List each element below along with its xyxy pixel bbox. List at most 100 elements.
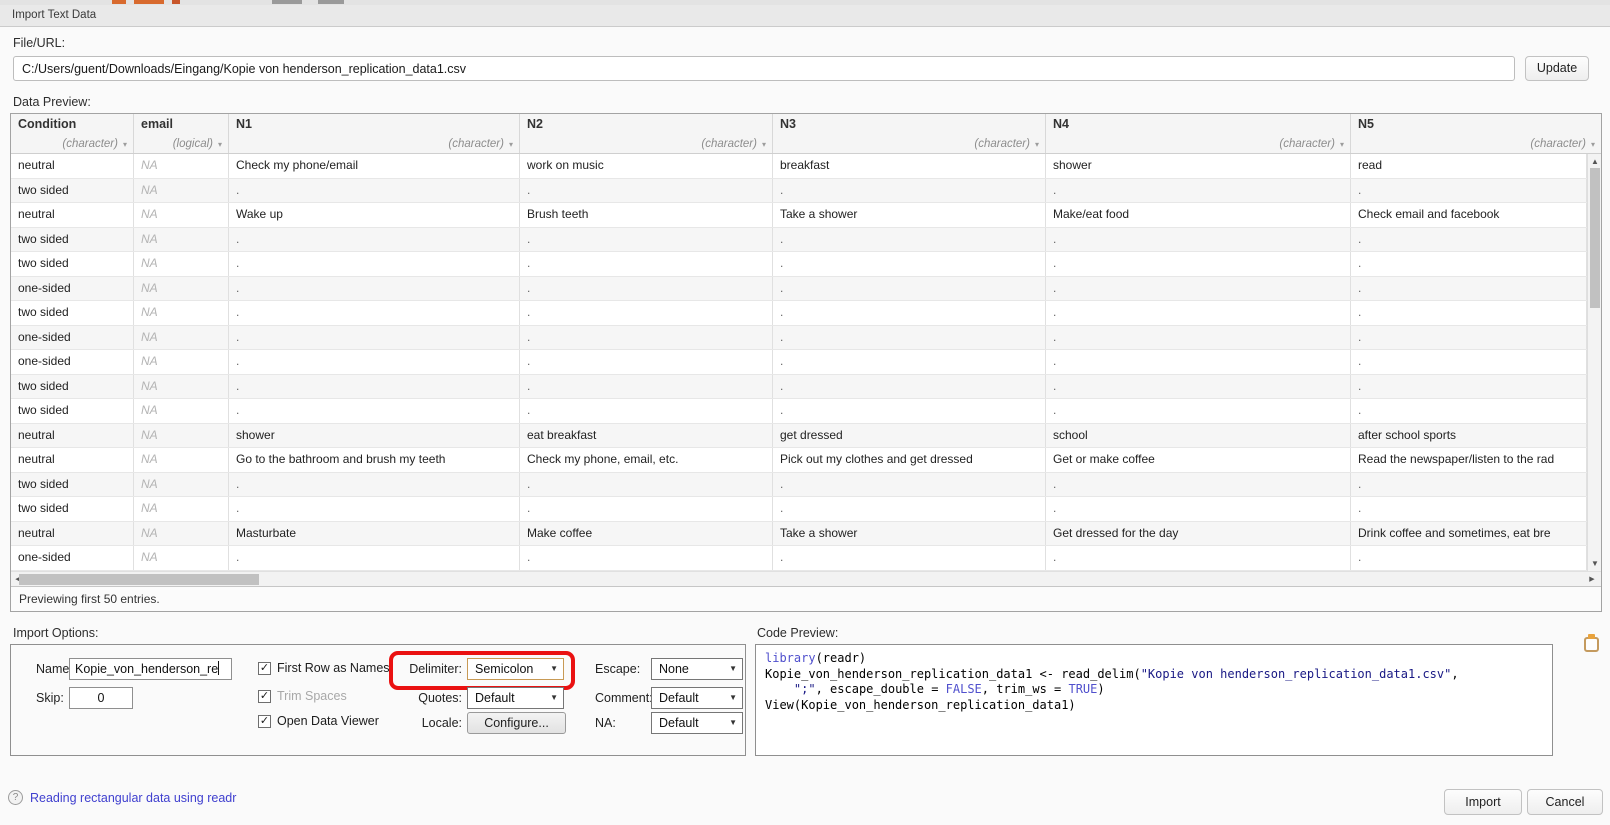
background-mark bbox=[134, 0, 164, 4]
table-cell: two sided bbox=[11, 473, 134, 497]
help-icon[interactable]: ? bbox=[8, 790, 23, 805]
table-cell: Wake up bbox=[229, 203, 520, 227]
data-preview-table: Condition(character)▾email(logical)▾N1(c… bbox=[10, 113, 1602, 612]
table-cell: . bbox=[1351, 350, 1587, 374]
table-cell: Take a shower bbox=[773, 522, 1046, 546]
help-link[interactable]: Reading rectangular data using readr bbox=[30, 791, 236, 805]
table-cell: two sided bbox=[11, 179, 134, 203]
column-header-n1[interactable]: N1(character)▾ bbox=[229, 114, 520, 153]
table-cell: read bbox=[1351, 154, 1587, 178]
table-cell: NA bbox=[134, 277, 229, 301]
column-menu-icon[interactable]: ▾ bbox=[123, 140, 127, 149]
table-row: neutralNACheck my phone/emailwork on mus… bbox=[11, 154, 1587, 179]
column-header-n4[interactable]: N4(character)▾ bbox=[1046, 114, 1351, 153]
scroll-up-icon[interactable]: ▲ bbox=[1588, 157, 1602, 166]
table-cell: . bbox=[1046, 375, 1351, 399]
copy-code-icon[interactable] bbox=[1584, 634, 1600, 653]
table-cell: shower bbox=[229, 424, 520, 448]
code-preview-panel: library(readr)Kopie_von_henderson_replic… bbox=[755, 644, 1553, 756]
table-row: two sidedNA..... bbox=[11, 473, 1587, 498]
table-cell: . bbox=[229, 277, 520, 301]
quotes-select[interactable]: Default▼ bbox=[467, 687, 564, 709]
table-cell: Read the newspaper/listen to the rad bbox=[1351, 448, 1587, 472]
column-menu-icon[interactable]: ▾ bbox=[762, 140, 766, 149]
vertical-scrollbar[interactable]: ▲ ▼ bbox=[1587, 154, 1601, 571]
table-cell: . bbox=[1351, 252, 1587, 276]
horizontal-scrollbar[interactable]: ◀ ▶ bbox=[11, 571, 1601, 586]
comment-select[interactable]: Default ▼ bbox=[651, 687, 743, 709]
table-cell: NA bbox=[134, 326, 229, 350]
code-line: library(readr) bbox=[765, 651, 1544, 667]
column-header-n3[interactable]: N3(character)▾ bbox=[773, 114, 1046, 153]
table-cell: Masturbate bbox=[229, 522, 520, 546]
column-header-n2[interactable]: N2(character)▾ bbox=[520, 114, 773, 153]
table-cell: . bbox=[229, 326, 520, 350]
table-row: two sidedNA..... bbox=[11, 252, 1587, 277]
na-select[interactable]: Default▼ bbox=[651, 712, 743, 734]
background-mark bbox=[172, 0, 180, 4]
column-type: (character) bbox=[62, 138, 118, 150]
dialog-title: Import Text Data bbox=[12, 9, 96, 21]
table-cell: NA bbox=[134, 252, 229, 276]
table-cell: . bbox=[773, 546, 1046, 570]
column-header-condition[interactable]: Condition(character)▾ bbox=[11, 114, 134, 153]
column-menu-icon[interactable]: ▾ bbox=[1035, 140, 1039, 149]
checkbox-label: Trim Spaces bbox=[277, 689, 347, 703]
quotes-label: Quotes: bbox=[341, 687, 462, 709]
screen: Import Text Data File/URL: Update Data P… bbox=[0, 0, 1610, 825]
table-row: one-sidedNA..... bbox=[11, 350, 1587, 375]
delimiter-select[interactable]: Semicolon▼ bbox=[467, 658, 564, 680]
table-cell: school bbox=[1046, 424, 1351, 448]
cancel-button[interactable]: Cancel bbox=[1527, 789, 1603, 815]
table-cell: two sided bbox=[11, 228, 134, 252]
table-cell: . bbox=[1046, 326, 1351, 350]
column-header-n5[interactable]: N5(character)▾ bbox=[1351, 114, 1601, 153]
table-cell: . bbox=[773, 228, 1046, 252]
import-button[interactable]: Import bbox=[1444, 789, 1522, 815]
comment-value: Default bbox=[659, 691, 699, 705]
update-button[interactable]: Update bbox=[1525, 56, 1589, 81]
table-cell: two sided bbox=[11, 497, 134, 521]
column-type: (character) bbox=[1530, 138, 1586, 150]
horizontal-scrollbar-thumb[interactable] bbox=[19, 574, 259, 585]
column-menu-icon[interactable]: ▾ bbox=[1591, 140, 1595, 149]
table-cell: . bbox=[520, 326, 773, 350]
comment-label: Comment: bbox=[595, 687, 653, 709]
scroll-right-icon[interactable]: ▶ bbox=[1585, 575, 1599, 583]
scroll-down-icon[interactable]: ▼ bbox=[1588, 559, 1602, 568]
table-cell: . bbox=[773, 497, 1046, 521]
table-cell: neutral bbox=[11, 448, 134, 472]
table-row: one-sidedNA..... bbox=[11, 277, 1587, 302]
table-body: neutralNACheck my phone/emailwork on mus… bbox=[11, 154, 1587, 571]
escape-select[interactable]: None▼ bbox=[651, 658, 743, 680]
table-cell: . bbox=[520, 473, 773, 497]
code-line: ";", escape_double = FALSE, trim_ws = TR… bbox=[765, 682, 1544, 698]
chevron-down-icon: ▼ bbox=[729, 688, 737, 708]
table-cell: NA bbox=[134, 448, 229, 472]
table-cell: two sided bbox=[11, 301, 134, 325]
na-label: NA: bbox=[595, 712, 616, 734]
skip-input[interactable]: 0 bbox=[69, 687, 133, 709]
column-name: N2 bbox=[527, 117, 766, 131]
table-cell: NA bbox=[134, 497, 229, 521]
table-cell: . bbox=[229, 179, 520, 203]
column-menu-icon[interactable]: ▾ bbox=[1340, 140, 1344, 149]
table-cell: NA bbox=[134, 375, 229, 399]
column-header-email[interactable]: email(logical)▾ bbox=[134, 114, 229, 153]
table-cell: . bbox=[773, 301, 1046, 325]
file-url-input[interactable] bbox=[13, 56, 1515, 81]
table-cell: eat breakfast bbox=[520, 424, 773, 448]
vertical-scrollbar-thumb[interactable] bbox=[1590, 168, 1600, 308]
table-cell: . bbox=[520, 277, 773, 301]
name-input[interactable]: Kopie_von_henderson_re bbox=[69, 658, 232, 680]
column-menu-icon[interactable]: ▾ bbox=[509, 140, 513, 149]
table-cell: . bbox=[1351, 277, 1587, 301]
column-menu-icon[interactable]: ▾ bbox=[218, 140, 222, 149]
table-cell: Check my phone/email bbox=[229, 154, 520, 178]
table-cell: . bbox=[1351, 546, 1587, 570]
chevron-down-icon: ▼ bbox=[550, 659, 558, 679]
table-row: two sidedNA..... bbox=[11, 399, 1587, 424]
configure-locale-button[interactable]: Configure... bbox=[467, 712, 566, 734]
table-cell: Make coffee bbox=[520, 522, 773, 546]
table-cell: . bbox=[1351, 375, 1587, 399]
